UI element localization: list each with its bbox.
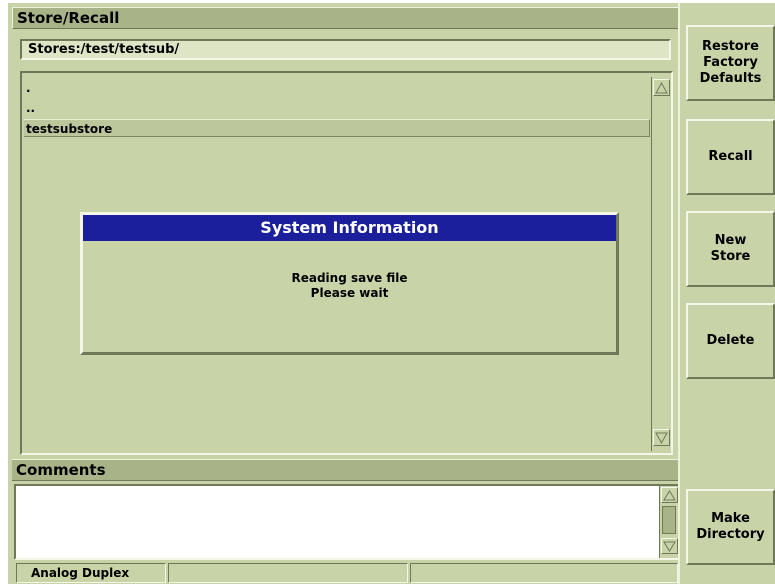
comments-textarea[interactable] bbox=[14, 484, 678, 560]
make-directory-button[interactable]: Make Directory bbox=[686, 489, 775, 565]
recall-button[interactable]: Recall bbox=[686, 119, 775, 195]
arrow-down-icon bbox=[655, 432, 668, 444]
comments-scroll-up-button[interactable] bbox=[661, 487, 678, 503]
scroll-down-button[interactable] bbox=[653, 429, 670, 446]
restore-factory-defaults-button[interactable]: Restore Factory Defaults bbox=[686, 25, 775, 101]
arrow-up-icon bbox=[655, 81, 668, 93]
delete-button[interactable]: Delete bbox=[686, 303, 775, 379]
comments-title: Comments bbox=[12, 459, 679, 481]
dialog-title: System Information bbox=[83, 215, 616, 241]
status-cell-2 bbox=[168, 563, 408, 583]
status-mode: Analog Duplex bbox=[16, 563, 166, 583]
dialog-message-line2: Please wait bbox=[310, 286, 389, 300]
new-store-button[interactable]: New Store bbox=[686, 211, 775, 287]
list-item-current-dir[interactable]: . bbox=[24, 79, 650, 97]
system-information-dialog: System Information Reading save file Ple… bbox=[80, 212, 619, 355]
dialog-message-line1: Reading save file bbox=[291, 271, 408, 285]
softkey-panel: Restore Factory Defaults Recall New Stor… bbox=[678, 3, 775, 584]
scroll-up-button[interactable] bbox=[653, 79, 670, 96]
comments-scroll-down-button[interactable] bbox=[661, 538, 678, 554]
list-item-parent-dir[interactable]: .. bbox=[24, 99, 650, 117]
current-path-field[interactable]: Stores:/test/testsub/ bbox=[20, 39, 671, 60]
status-bar: Analog Duplex bbox=[8, 561, 775, 584]
comments-scrollbar[interactable] bbox=[659, 486, 678, 558]
store-recall-screen: Store/Recall Stores:/test/testsub/ . .. … bbox=[8, 3, 775, 584]
file-list-scrollbar[interactable] bbox=[651, 77, 671, 451]
status-cell-3 bbox=[410, 563, 678, 583]
list-item-testsubstore[interactable]: testsubstore bbox=[24, 119, 650, 137]
comments-scroll-thumb[interactable] bbox=[662, 506, 676, 534]
arrow-up-icon bbox=[663, 489, 676, 500]
arrow-down-icon bbox=[663, 541, 676, 552]
window-title: Store/Recall bbox=[12, 7, 679, 29]
